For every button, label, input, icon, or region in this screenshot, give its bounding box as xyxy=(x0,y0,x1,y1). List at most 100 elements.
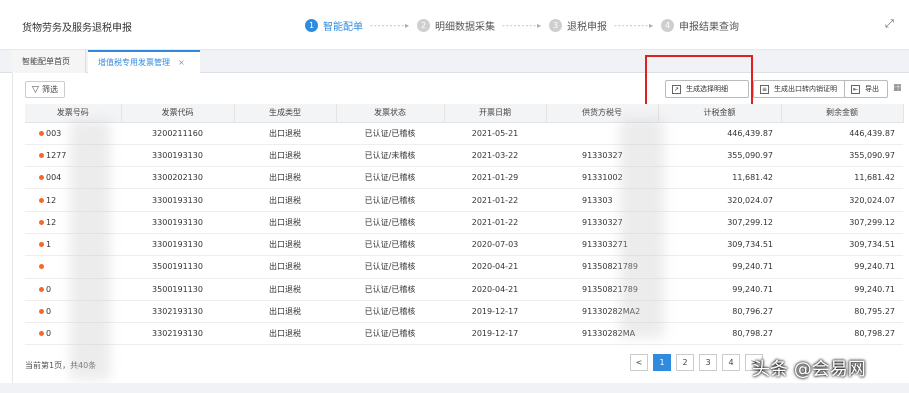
table-cell: 320,024.07 xyxy=(781,188,903,212)
column-settings-icon[interactable]: ▦ xyxy=(893,83,903,93)
table-cell: 3200211160 xyxy=(121,122,234,145)
step-smart-match[interactable]: 1 智能配单 xyxy=(305,18,363,33)
table-row[interactable]: 12 3300193130 出口退税 已认证/已稽核 2021-01-22 913303 3… xyxy=(25,188,903,212)
cell-text: 1277 xyxy=(46,150,67,160)
step-label: 智能配单 xyxy=(323,22,363,33)
tab-vat-invoice-management[interactable]: 增值税专用发票管理 × xyxy=(88,50,200,73)
table-cell: 出口退税 xyxy=(234,322,336,346)
tab-label: 智能配单首页 xyxy=(22,57,70,66)
button-label: 生成选择明细 xyxy=(686,85,728,93)
table-row[interactable]: 0 3302193130 出口退税 已认证/已稽核 2019-12-17 91330282… xyxy=(25,322,903,346)
table-cell: 80,795.27 xyxy=(781,300,903,324)
filter-button[interactable]: ▽ 筛选 xyxy=(25,81,65,98)
table-cell: 355,090.97 xyxy=(658,144,781,168)
page-title: 货物劳务及服务退税申报 xyxy=(22,23,132,34)
cell-text: 0 xyxy=(46,284,52,294)
table-row[interactable]: 1 3300193130 出口退税 已认证/已稽核 2020-07-03 91330327… xyxy=(25,233,903,257)
document-icon: ≡ xyxy=(760,84,769,94)
table-cell: 355,090.97 xyxy=(781,144,903,168)
step-arrow-icon: ---------▸ xyxy=(370,21,410,30)
table-cell: 307,299.12 xyxy=(658,211,781,234)
table-cell: 已认证/已稽核 xyxy=(336,300,444,324)
tab-label: 增值税专用发票管理 xyxy=(98,58,170,67)
cell-text: 0 xyxy=(46,307,52,317)
table-cell: 309,734.51 xyxy=(658,233,781,257)
table-cell: 2020-04-21 xyxy=(444,255,546,279)
status-dot-icon xyxy=(39,175,44,181)
pagination: < 1 2 3 4 > xyxy=(630,354,768,371)
export-button[interactable]: ⇤ 导出 xyxy=(844,80,888,98)
table-row[interactable]: 0 3500191130 出口退税 已认证/已稽核 2020-04-21 91350821… xyxy=(25,278,903,301)
table-cell: 99,240.71 xyxy=(658,278,781,301)
column-header[interactable]: 剩余金额 xyxy=(781,104,904,123)
table-row[interactable]: 3500191130 出口退税 已认证/已稽核 2020-04-21 913508217… xyxy=(25,255,903,279)
table-cell: 已认证/已稽核 xyxy=(336,233,444,257)
table-row[interactable]: 0 3302193130 出口退税 已认证/已稽核 2019-12-17 91330282… xyxy=(25,300,903,324)
table-row[interactable]: 003 3200211160 出口退税 已认证/已稽核 2021-05-21 446,43… xyxy=(25,122,903,145)
page-button-3[interactable]: 3 xyxy=(699,354,717,371)
table-cell: 出口退税 xyxy=(234,122,336,145)
prev-page-button[interactable]: < xyxy=(630,354,648,371)
table-cell: 99,240.71 xyxy=(781,255,903,279)
tab-smart-match-home[interactable]: 智能配单首页 xyxy=(12,50,86,73)
step-result-query[interactable]: 4 申报结果查询 xyxy=(661,18,739,33)
column-header[interactable]: 开票日期 xyxy=(444,104,547,123)
main-panel: ▽ 筛选 ↗ 生成选择明细 ≡ 生成出口转内销证明 ⇤ 导出 ▦ 发票号码 发票代… xyxy=(12,55,909,383)
table-cell: 出口退税 xyxy=(234,255,336,279)
redaction-blur xyxy=(70,120,110,380)
table-header-row: 发票号码 发票代码 生成类型 发票状态 开票日期 供货方税号 计税金额 剩余金额 xyxy=(25,104,904,123)
status-dot-icon xyxy=(39,152,44,158)
redaction-blur xyxy=(620,118,664,338)
table-cell: 80,796.27 xyxy=(658,300,781,324)
table-cell: 出口退税 xyxy=(234,233,336,257)
table-cell: 3302193130 xyxy=(121,322,234,346)
table-body: 003 3200211160 出口退税 已认证/已稽核 2021-05-21 446,43… xyxy=(25,122,903,346)
bottom-strip xyxy=(0,383,909,393)
button-label: 导出 xyxy=(865,85,879,93)
filter-label: 筛选 xyxy=(41,85,58,94)
table-cell: 3300193130 xyxy=(121,188,234,212)
table-cell: 已认证/已稽核 xyxy=(336,166,444,190)
table-row[interactable]: 004 3300202130 出口退税 已认证/已稽核 2021-01-29 913310… xyxy=(25,166,903,190)
table-cell: 11,681.42 xyxy=(781,166,903,190)
step-detail-collect[interactable]: 2 明细数据采集 xyxy=(417,18,495,33)
step-indicator: 1 智能配单 ---------▸ 2 明细数据采集 ---------▸ 3 … xyxy=(305,18,739,33)
table-cell: 已认证/已稽核 xyxy=(336,211,444,234)
fullscreen-icon[interactable]: ⤢ xyxy=(885,18,897,30)
table-cell: 2021-01-29 xyxy=(444,166,546,190)
table-cell: 3300202130 xyxy=(121,166,234,190)
step-number: 4 xyxy=(661,19,674,32)
step-label: 申报结果查询 xyxy=(679,22,739,33)
export-icon: ⇤ xyxy=(851,84,860,94)
tab-bar: 智能配单首页 增值税专用发票管理 × xyxy=(0,50,909,73)
column-header[interactable]: 计税金额 xyxy=(658,104,782,123)
table-cell: 出口退税 xyxy=(234,144,336,168)
table-cell: 已认证/未稽核 xyxy=(336,144,444,168)
page-button-2[interactable]: 2 xyxy=(676,354,694,371)
table-cell: 3500191130 xyxy=(121,255,234,279)
table-cell: 已认证/已稽核 xyxy=(336,322,444,346)
step-tax-declare[interactable]: 3 退税申报 xyxy=(549,18,607,33)
status-dot-icon xyxy=(39,219,44,225)
step-number: 3 xyxy=(549,19,562,32)
page-button-1[interactable]: 1 xyxy=(653,354,671,371)
table-cell: 2019-12-17 xyxy=(444,300,546,324)
table-cell: 3300193130 xyxy=(121,211,234,234)
column-header[interactable]: 发票代码 xyxy=(121,104,235,123)
close-icon[interactable]: × xyxy=(178,58,185,67)
column-header[interactable]: 生成类型 xyxy=(234,104,337,123)
column-header[interactable]: 发票状态 xyxy=(336,104,445,123)
chart-icon: ↗ xyxy=(672,84,681,94)
cell-text: 0 xyxy=(46,329,52,339)
generate-selection-detail-button[interactable]: ↗ 生成选择明细 xyxy=(665,80,749,98)
table-cell: 3300193130 xyxy=(121,233,234,257)
table-cell: 2020-04-21 xyxy=(444,278,546,301)
table-cell: 3300193130 xyxy=(121,144,234,168)
table-cell: 出口退税 xyxy=(234,166,336,190)
page-button-4[interactable]: 4 xyxy=(722,354,740,371)
table-row[interactable]: 12 3300193130 出口退税 已认证/已稽核 2021-01-22 9133032… xyxy=(25,211,903,234)
generate-export-to-domestic-cert-button[interactable]: ≡ 生成出口转内销证明 xyxy=(753,80,851,98)
table-row[interactable]: 1277 3300193130 出口退税 已认证/未稽核 2021-03-22 91330… xyxy=(25,144,903,168)
table-cell: 99,240.71 xyxy=(781,278,903,301)
status-dot-icon xyxy=(39,331,44,337)
